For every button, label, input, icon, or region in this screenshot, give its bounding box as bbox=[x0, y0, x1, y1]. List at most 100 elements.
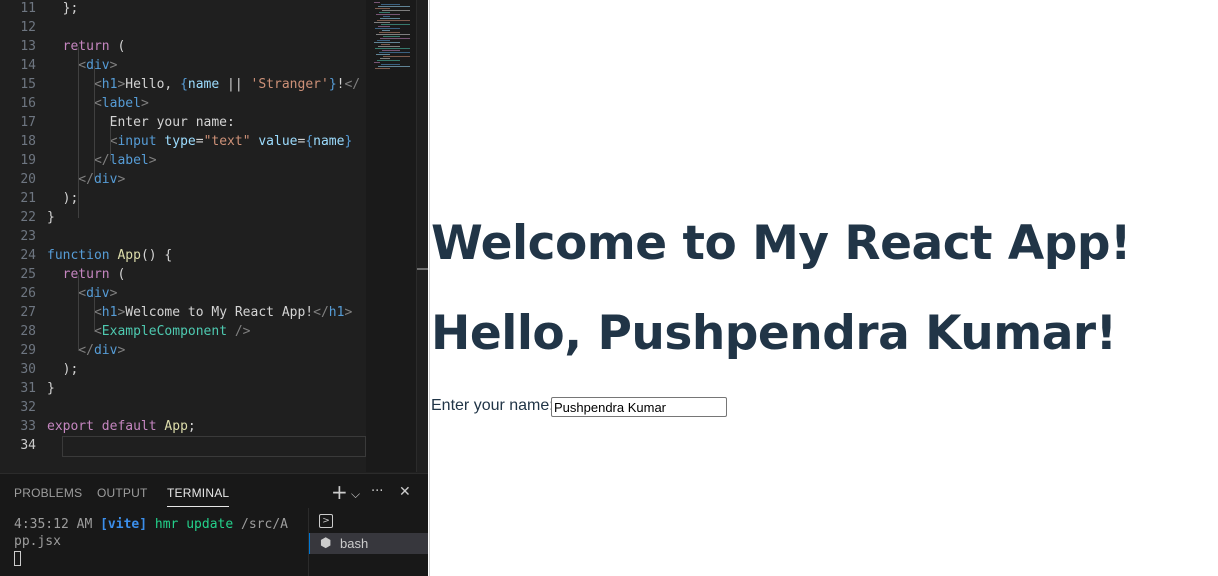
code-line[interactable]: 32 bbox=[0, 398, 366, 417]
code-line[interactable]: 26 <div> bbox=[0, 284, 366, 303]
code-line[interactable]: 16 <label> bbox=[0, 94, 366, 113]
current-line-highlight bbox=[62, 436, 366, 457]
line-number: 14 bbox=[20, 58, 36, 73]
line-number: 19 bbox=[20, 153, 36, 168]
terminal-list: > ⬢ bash bbox=[308, 508, 428, 576]
minimap-line bbox=[380, 58, 390, 59]
code-line[interactable]: 31} bbox=[0, 379, 366, 398]
code-line[interactable]: 21 ); bbox=[0, 189, 366, 208]
minimap-line bbox=[377, 60, 400, 61]
hello-heading: Hello, Pushpendra Kumar! bbox=[431, 306, 1117, 361]
minimap-line bbox=[377, 40, 390, 41]
line-code: function App() { bbox=[47, 248, 173, 263]
line-number: 13 bbox=[20, 39, 36, 54]
line-number: 28 bbox=[20, 324, 36, 339]
code-line[interactable]: 19 </label> bbox=[0, 151, 366, 170]
line-number: 29 bbox=[20, 343, 36, 358]
more-actions-icon[interactable]: ··· bbox=[371, 482, 383, 502]
code-line[interactable]: 14 <div> bbox=[0, 56, 366, 75]
code-line[interactable]: 30 ); bbox=[0, 360, 366, 379]
minimap-line bbox=[382, 50, 400, 51]
terminal-cursor bbox=[14, 551, 21, 566]
minimap-line bbox=[381, 44, 390, 45]
line-code: <label> bbox=[47, 96, 149, 111]
tab-terminal[interactable]: TERMINAL bbox=[167, 486, 230, 507]
code-line[interactable]: 15 <h1>Hello, {name || 'Stranger'}!</ bbox=[0, 75, 366, 94]
tab-problems[interactable]: PROBLEMS bbox=[14, 486, 82, 500]
minimap-line bbox=[376, 54, 390, 55]
line-number: 34 bbox=[20, 438, 36, 453]
close-panel-icon[interactable]: ✕ bbox=[399, 482, 411, 502]
chevron-down-icon[interactable]: ⌵ bbox=[351, 484, 360, 504]
minimap-line bbox=[379, 52, 410, 53]
code-line[interactable]: 28 <ExampleComponent /> bbox=[0, 322, 366, 341]
code-line[interactable]: 29 </div> bbox=[0, 341, 366, 360]
line-code: return ( bbox=[62, 267, 126, 282]
code-line[interactable]: 12 bbox=[0, 18, 366, 37]
minimap-line bbox=[381, 4, 400, 5]
minimap-line bbox=[378, 26, 390, 27]
line-code: ); bbox=[47, 191, 79, 206]
line-number: 15 bbox=[20, 77, 36, 92]
code-line[interactable]: 20 </div> bbox=[0, 170, 366, 189]
terminal-path: /src/A bbox=[241, 517, 288, 532]
line-number: 23 bbox=[20, 229, 36, 244]
code-editor[interactable]: 11 }; 12 13 return (14 <div> 15 <h1>Hello, … bbox=[0, 0, 428, 576]
line-code: <div> bbox=[47, 286, 118, 301]
code-line[interactable]: 22} bbox=[0, 208, 366, 227]
terminal-cube-icon: ⬢ bbox=[320, 536, 332, 551]
line-code: </div> bbox=[47, 343, 126, 358]
code-line[interactable]: 18 <input type="text" value={name} bbox=[0, 132, 366, 151]
line-code: }; bbox=[47, 1, 79, 16]
code-area[interactable]: 11 }; 12 13 return (14 <div> 15 <h1>Hello, … bbox=[0, 0, 366, 472]
terminal-item-label: bash bbox=[340, 536, 369, 551]
bottom-panel: PROBLEMS OUTPUT TERMINAL + ⌵ ··· ✕ 4:35:… bbox=[0, 473, 428, 576]
line-number: 33 bbox=[20, 419, 36, 434]
tab-output[interactable]: OUTPUT bbox=[97, 486, 148, 500]
line-number: 11 bbox=[20, 1, 36, 16]
minimap-line bbox=[375, 48, 410, 49]
name-input[interactable] bbox=[551, 397, 727, 417]
code-line[interactable]: 13 return ( bbox=[0, 37, 366, 56]
code-line[interactable]: 27 <h1>Welcome to My React App!</h1> bbox=[0, 303, 366, 322]
minimap-line bbox=[381, 24, 410, 25]
minimap-line bbox=[374, 2, 380, 3]
minimap[interactable] bbox=[366, 0, 416, 472]
code-line[interactable]: 25 return ( bbox=[0, 265, 366, 284]
line-number: 16 bbox=[20, 96, 36, 111]
indent-guide bbox=[94, 294, 95, 332]
code-line[interactable]: 24 function App() { bbox=[0, 246, 366, 265]
line-number: 32 bbox=[20, 400, 36, 415]
line-number: 21 bbox=[20, 191, 36, 206]
minimap-line bbox=[375, 68, 390, 69]
line-code: } bbox=[47, 210, 55, 225]
minimap-line bbox=[383, 36, 400, 37]
terminal-item-bash[interactable]: ⬢ bash bbox=[309, 533, 428, 554]
indent-guide bbox=[78, 47, 79, 218]
code-line[interactable]: 33 export default App; bbox=[0, 417, 366, 436]
minimap-line bbox=[383, 16, 390, 17]
code-line[interactable]: 17 Enter your name: bbox=[0, 113, 366, 132]
line-number: 22 bbox=[20, 210, 36, 225]
line-number: 27 bbox=[20, 305, 36, 320]
line-code: } bbox=[47, 381, 55, 396]
code-line[interactable]: 11 }; bbox=[0, 0, 366, 18]
minimap-line bbox=[375, 28, 400, 29]
line-code: </label> bbox=[93, 153, 157, 168]
minimap-line bbox=[374, 22, 390, 23]
add-terminal-icon[interactable]: + bbox=[331, 482, 348, 502]
launch-profile-icon[interactable]: > bbox=[319, 514, 333, 528]
line-number: 30 bbox=[20, 362, 36, 377]
line-number: 18 bbox=[20, 134, 36, 149]
editor-scrollbar[interactable] bbox=[416, 0, 428, 472]
minimap-line bbox=[377, 20, 410, 21]
minimap-line bbox=[374, 62, 380, 63]
name-label: Enter your name: bbox=[431, 397, 554, 414]
line-number: 24 bbox=[20, 248, 36, 263]
scrollbar-position-marker bbox=[417, 268, 428, 270]
code-line[interactable]: 23 bbox=[0, 227, 366, 246]
line-number: 17 bbox=[20, 115, 36, 130]
line-number: 25 bbox=[20, 267, 36, 282]
terminal-output[interactable]: 4:35:12 AM [vite] hmr update /src/A pp.j… bbox=[14, 516, 294, 567]
line-code: return ( bbox=[62, 39, 126, 54]
